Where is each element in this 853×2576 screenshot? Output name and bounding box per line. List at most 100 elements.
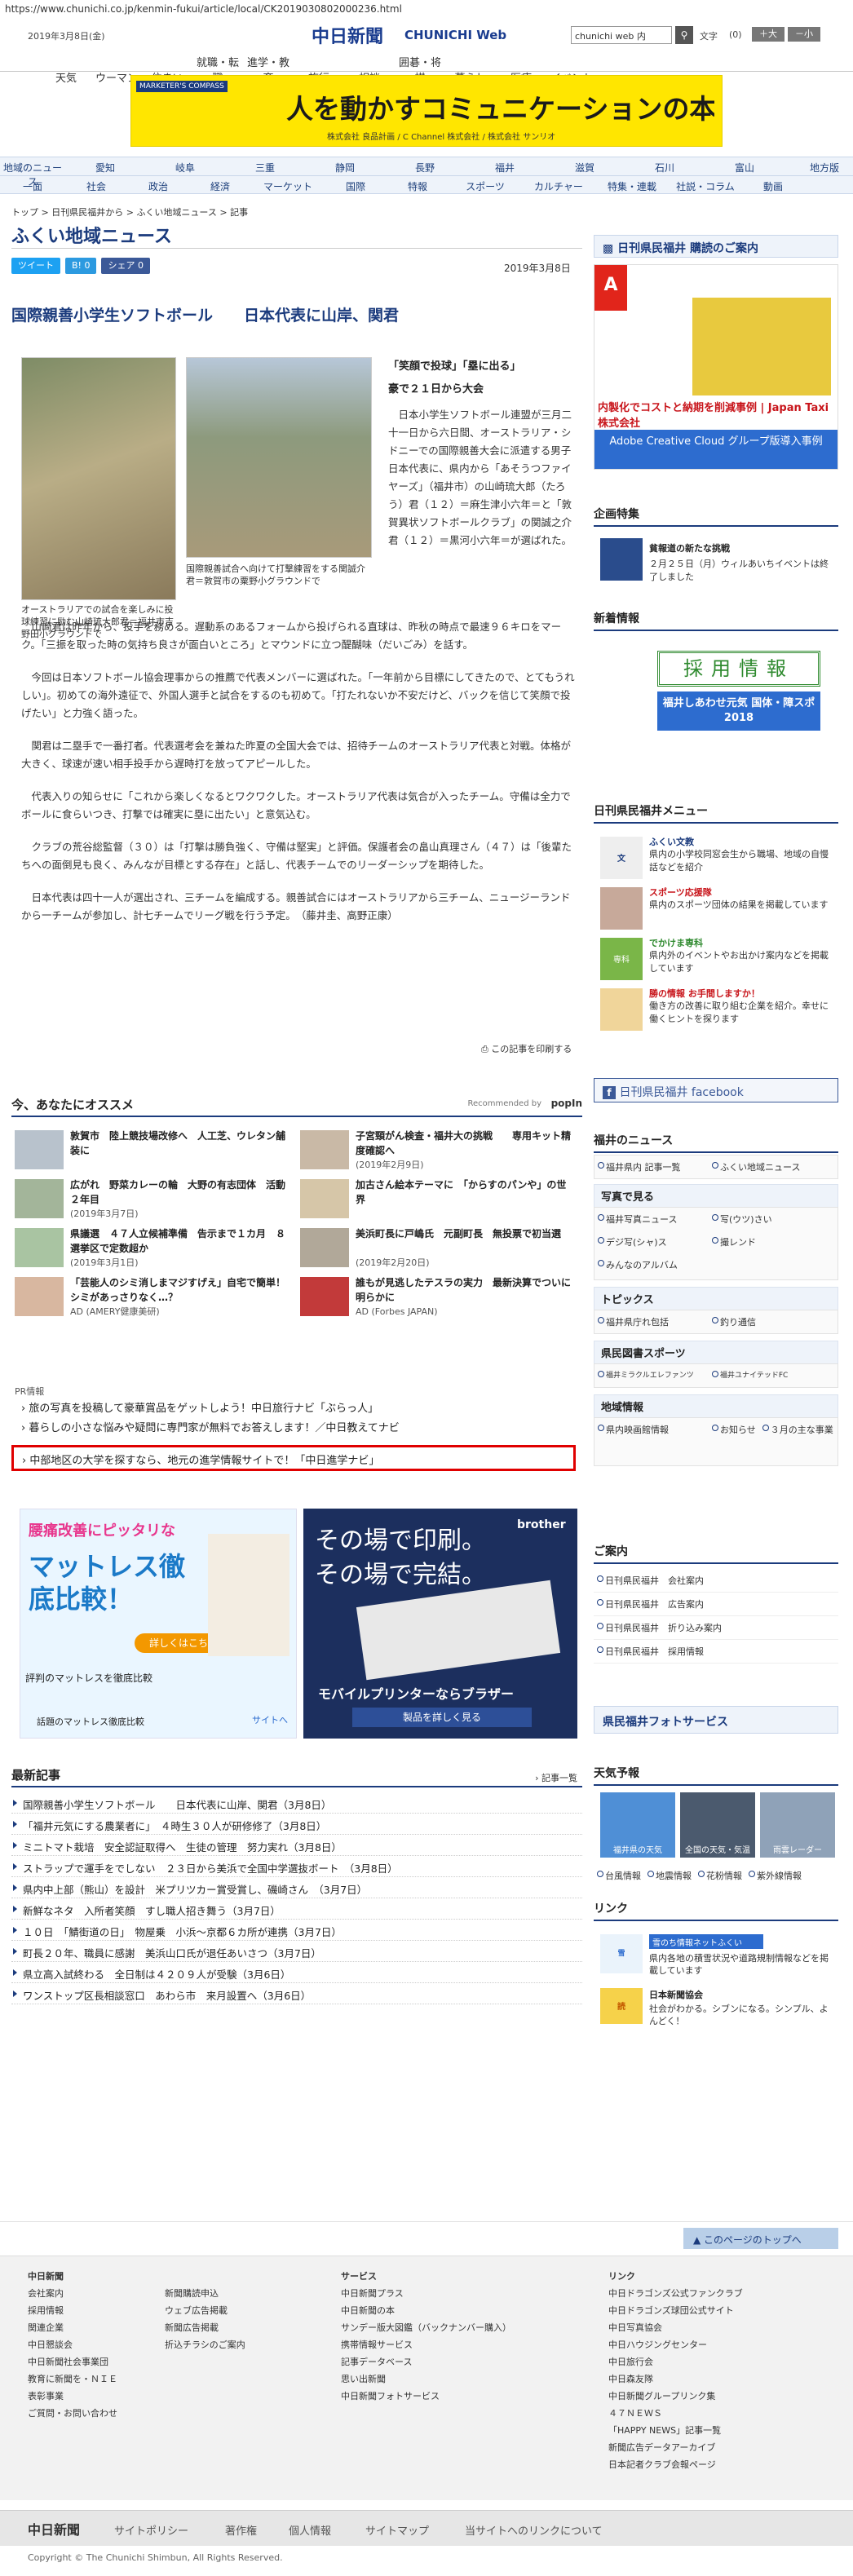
photo-link[interactable]: 写(ウツ)さい	[709, 1208, 776, 1231]
rnav-item[interactable]: 一面	[0, 176, 65, 195]
latest-item[interactable]: １０日 「鯖街道の日」 物屋乗 小浜～京都６カ所が連携（3月7日）	[11, 1920, 582, 1941]
recommend-item[interactable]: 「芸能人のシミ消しまマジすげえ」自宅で簡単！シミがあっさりなく…？ AD (AME…	[15, 1275, 292, 1319]
mattress-ad[interactable]: 腰痛改善にピッタリな マットレス徹底比較！ 詳しくはこちら 評判のマットレスを徹…	[20, 1509, 297, 1739]
weather-link[interactable]: 紫外線情報	[745, 1864, 805, 1887]
popin-logo[interactable]: popIn	[551, 1098, 582, 1109]
recommend-item[interactable]: 美浜町長に戸嶋氏 元副町長 無投票で初当選 (2019年2月20日)	[300, 1226, 577, 1270]
brother-ad[interactable]: その場で印刷。 その場で完結。 brother モバイルプリンターならブラザー …	[303, 1509, 577, 1739]
latest-item[interactable]: 国際親善小学生ソフトボール 日本代表に山岸、関君（3月8日）	[11, 1792, 582, 1814]
footer-link[interactable]: 表彰事業	[28, 2388, 158, 2405]
area-link[interactable]: 県内映画館情報	[594, 1418, 709, 1441]
recommend-item[interactable]: 誰もが見逃したテスラの実力 最新決算でついに明らかに AD (Forbes JAP…	[300, 1275, 577, 1319]
sports-link[interactable]: 福井ユナイテッドFC	[709, 1364, 791, 1385]
recommend-item[interactable]: 加古さん絵本テーマに 「からすのパンや」の世界	[300, 1178, 577, 1222]
news-link[interactable]: 福井県内 記事一覧	[594, 1155, 709, 1178]
latest-item[interactable]: 「福井元気にする農業者に」 ４時生３０人が研修修了（3月8日）	[11, 1814, 582, 1835]
rnav-item[interactable]: 地方版	[784, 157, 853, 175]
weather-link[interactable]: 台風情報	[594, 1864, 644, 1887]
pr-link[interactable]: › 暮らしの小さな悩みや疑問に専門家が無料でお答えします！／中日教えてナビ	[21, 1419, 400, 1434]
rnav-item[interactable]: 福井	[465, 157, 545, 175]
search-input[interactable]: chunichi web 内	[571, 26, 672, 44]
menu-item[interactable]: 文ふくい文教 県内の小学校同窓会生から職場、地域の自慢話などを紹介	[600, 835, 829, 886]
weather-radar[interactable]: 雨雲レーダー	[760, 1792, 835, 1858]
saiyo-banner[interactable]: 採用情報	[657, 651, 820, 687]
guide-link[interactable]: 日刊県民福井 折り込み案内	[594, 1616, 838, 1640]
article-photo-batter[interactable]	[186, 357, 372, 558]
footer-nav-link[interactable]: 当サイトへのリンクについて	[465, 2522, 603, 2538]
area-link[interactable]: ３月の主な事業	[759, 1418, 837, 1441]
pr-link-highlighted[interactable]: › 中部地区の大学を探すなら、地元の進学情報サイトで！「中日進学ナビ」	[11, 1445, 576, 1471]
footer-link[interactable]: 教育に新聞を・ＮＩＥ	[28, 2371, 158, 2388]
photo-link[interactable]: みんなのアルバム	[594, 1253, 681, 1276]
rnav-item[interactable]: 社説・コラム	[669, 176, 742, 195]
footer-link[interactable]: 携帯情報サービス	[341, 2336, 586, 2353]
latest-item[interactable]: 町長２０年、職員に感謝 美浜山口氏が退任あいさつ（3月7日）	[11, 1941, 582, 1962]
footer-link[interactable]: 中日ドラゴンズ球団公式サイト	[608, 2302, 837, 2319]
topics-link[interactable]: 釣り通信	[709, 1310, 759, 1333]
facebook-share-button[interactable]: シェア 0	[101, 258, 150, 274]
link-item[interactable]: 読日本新聞協会 社会がわかる。シブンになる。シンプル、よんどく！	[600, 1988, 829, 2034]
rnav-item[interactable]: 岐阜	[145, 157, 225, 175]
photo-service-banner[interactable]: 県民福井フォトサービス	[594, 1706, 838, 1734]
rnav-item[interactable]: 特報	[387, 176, 449, 195]
rnav-item[interactable]: 長野	[385, 157, 465, 175]
rnav-item[interactable]: 経済	[189, 176, 251, 195]
footer-link[interactable]: サンデー版大図鑑（バックナンバー購入）	[341, 2319, 586, 2336]
latest-more-link[interactable]: › 記事一覧	[535, 1771, 577, 1784]
footer-link[interactable]: ウェブ広告掲載	[165, 2302, 312, 2319]
rnav-item[interactable]: 石川	[625, 157, 705, 175]
font-small-button[interactable]: －小	[788, 27, 820, 42]
footer-link[interactable]: 中日旅行会	[608, 2353, 837, 2371]
recommend-item[interactable]: 敦賀市 陸上競技場改修へ 人工芝、ウレタン舗装に	[15, 1129, 292, 1173]
rnav-item[interactable]: 富山	[705, 157, 784, 175]
tweet-button[interactable]: ツイート	[11, 258, 60, 274]
footer-link[interactable]: 中日新聞の本	[341, 2302, 586, 2319]
url-bar[interactable]: https://www.chunichi.co.jp/kenmin-fukui/…	[0, 0, 853, 18]
guide-link[interactable]: 日刊県民福井 会社案内	[594, 1569, 838, 1593]
footer-nav-link[interactable]: サイトポリシー	[114, 2522, 188, 2538]
recommend-item[interactable]: 子宮頸がん検査・福井大の挑戦 専用キット精度確認へ (2019年2月9日)	[300, 1129, 577, 1173]
font-large-button[interactable]: ＋大	[752, 27, 784, 42]
latest-item[interactable]: ワンストップ区長相談窓口 あわら市 来月設置へ（3月6日）	[11, 1983, 582, 2004]
footer-link[interactable]: 新聞広告データアーカイブ	[608, 2439, 837, 2456]
link-item[interactable]: 雪雪のち情報ネットふくい 県内各地の積雪状況や道路規制情報などを掲載しています	[600, 1934, 829, 1980]
latest-item[interactable]: ストラップで運手をでしない ２３日から美浜で全国中学選抜ボート （3月8日）	[11, 1856, 582, 1877]
weather-link[interactable]: 花粉情報	[695, 1864, 745, 1887]
rnav-item[interactable]: 静岡	[305, 157, 385, 175]
fukui-kokutai-banner[interactable]: 福井しあわせ元気 国体・障スポ2018	[657, 691, 820, 731]
rnav-item[interactable]: スポーツ	[449, 176, 522, 195]
photo-link[interactable]: 福井写真ニュース	[594, 1208, 709, 1231]
footer-link[interactable]: 関連企業	[28, 2319, 158, 2336]
news-link[interactable]: ふくい地域ニュース	[709, 1155, 803, 1178]
guide-link[interactable]: 日刊県民福井 採用情報	[594, 1640, 838, 1664]
footer-link[interactable]: 中日写真協会	[608, 2319, 837, 2336]
weather-fukui[interactable]: 福井県の天気	[600, 1792, 675, 1858]
footer-link[interactable]: ご質問・お問い合わせ	[28, 2405, 158, 2422]
site-logo-en[interactable]: CHUNICHI Web	[404, 28, 506, 42]
footer-logo[interactable]: 中日新聞	[28, 2519, 80, 2538]
footer-link[interactable]: 会社案内	[28, 2285, 158, 2302]
adobe-ad[interactable]: A 内製化でコストと納期を削減事例 | Japan Taxi 株式会社 Adob…	[594, 264, 838, 470]
weather-link[interactable]: 地震情報	[644, 1864, 695, 1887]
rnav-item[interactable]: 動画	[742, 176, 804, 195]
footer-nav-link[interactable]: 著作権	[225, 2522, 257, 2538]
rnav-item[interactable]: 社会	[65, 176, 127, 195]
search-button[interactable]: ⚲	[675, 26, 693, 44]
sports-link[interactable]: 福井ミラクルエレファンツ	[594, 1364, 709, 1385]
kikaku-item[interactable]: 貧報道の新たな挑戦	[649, 541, 730, 555]
footer-link[interactable]: 記事データベース	[341, 2353, 586, 2371]
adobe-cta-button[interactable]: Adobe Creative Cloud グループ版導入事例	[594, 430, 838, 469]
site-logo[interactable]: 中日新聞	[312, 22, 383, 48]
ad-right-button[interactable]: 製品を詳しく見る	[352, 1708, 532, 1727]
footer-nav-link[interactable]: 個人情報	[289, 2522, 331, 2538]
topics-link[interactable]: 福井県庁れ包括	[594, 1310, 709, 1333]
breadcrumb[interactable]: トップ > 日刊県民福井から > ふくい地域ニュース > 記事	[11, 205, 248, 219]
page-top-button[interactable]: ▲ このページのトップへ	[683, 2228, 838, 2249]
recommend-item[interactable]: 県議選 ４７人立候補準備 告示まで１カ月 ８選挙区で定数超か (2019年3月1日…	[15, 1226, 292, 1270]
footer-link[interactable]: 中日新聞グループリンク集	[608, 2388, 837, 2405]
footer-link[interactable]: 中日新聞フォトサービス	[341, 2388, 586, 2405]
latest-item[interactable]: 県内中上部（熊山）を設計 米プリツカー賞受賞し、磯崎さん （3月7日）	[11, 1877, 582, 1898]
top-banner-ad[interactable]: MARKETER'S COMPASS 人を動かすコミュニケーションの本質 株式会…	[130, 75, 723, 147]
area-link[interactable]: お知らせ	[709, 1418, 759, 1441]
rnav-item[interactable]: 特集・連載	[595, 176, 669, 195]
